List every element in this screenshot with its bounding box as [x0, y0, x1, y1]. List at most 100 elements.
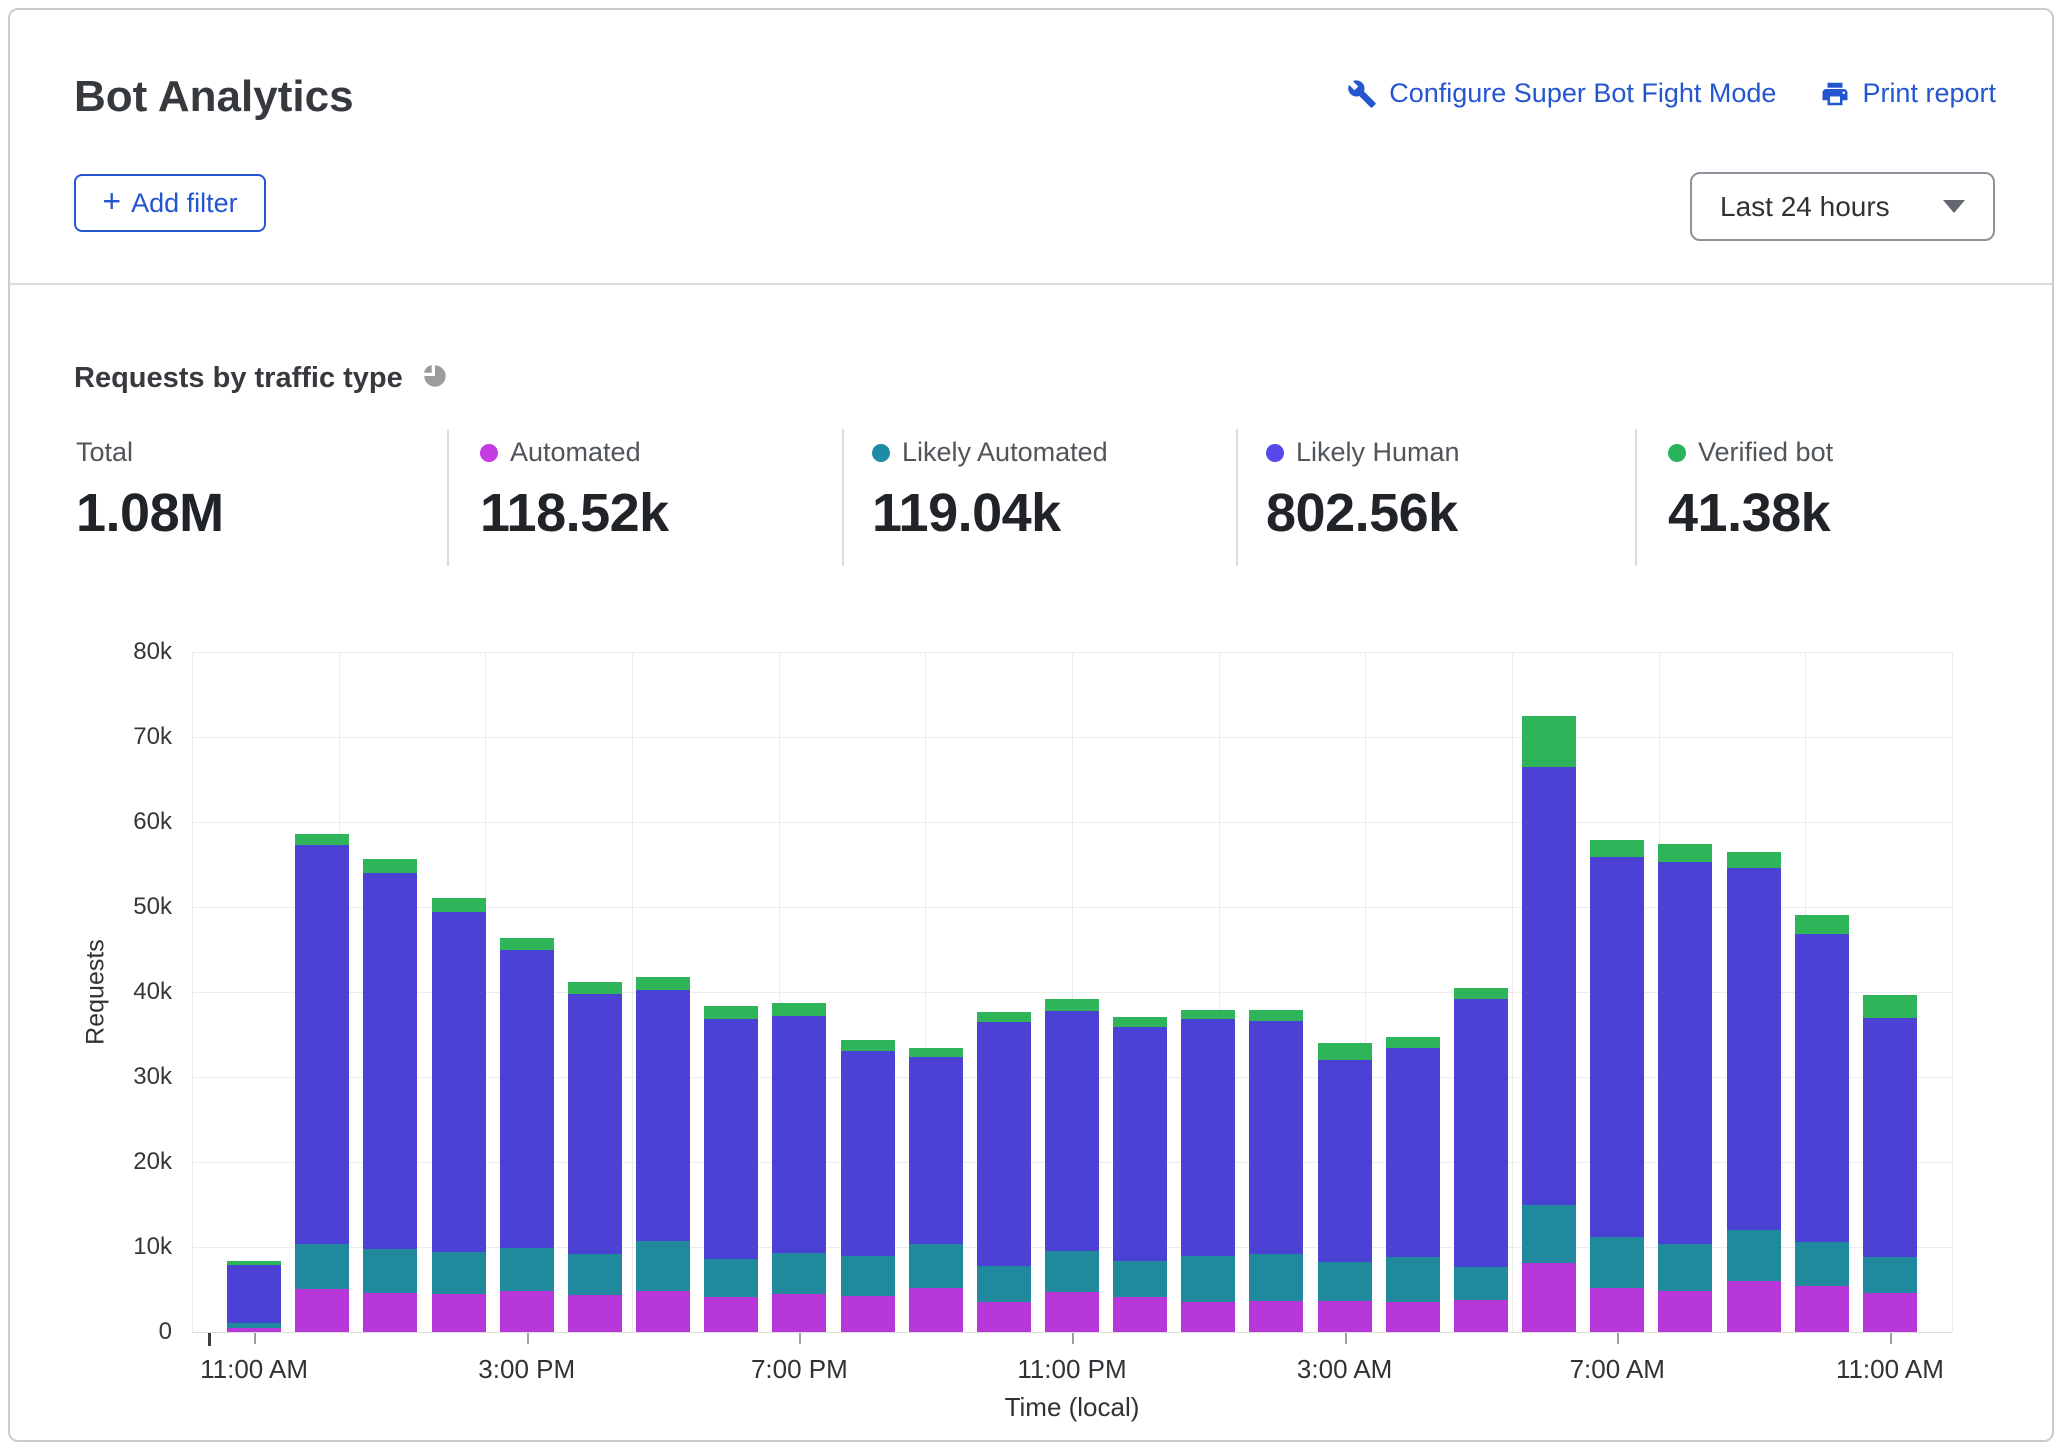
bar-7-00-pm[interactable]: [772, 1003, 826, 1332]
bar-segment-likely-automated[interactable]: [909, 1244, 963, 1288]
bar-segment-likely-automated[interactable]: [1318, 1262, 1372, 1301]
bar-segment-automated[interactable]: [1658, 1291, 1712, 1332]
bar-7-00-am[interactable]: [1590, 840, 1644, 1332]
bar-segment-likely-human[interactable]: [704, 1019, 758, 1259]
bar-segment-verified-bot[interactable]: [1658, 844, 1712, 862]
bar-segment-likely-human[interactable]: [1318, 1060, 1372, 1262]
bar-segment-automated[interactable]: [1727, 1281, 1781, 1332]
bar-3-00-am[interactable]: [1318, 1043, 1372, 1332]
bar-segment-likely-automated[interactable]: [1795, 1242, 1849, 1286]
bar-segment-likely-human[interactable]: [1386, 1048, 1440, 1257]
bar-segment-likely-human[interactable]: [568, 994, 622, 1254]
bar-12-00-pm[interactable]: [295, 834, 349, 1332]
bar-segment-automated[interactable]: [1045, 1292, 1099, 1332]
bar-segment-automated[interactable]: [1113, 1297, 1167, 1332]
bar-segment-likely-automated[interactable]: [704, 1259, 758, 1297]
bar-segment-likely-automated[interactable]: [568, 1254, 622, 1295]
bar-segment-likely-human[interactable]: [1863, 1018, 1917, 1257]
bar-9-00-pm[interactable]: [909, 1048, 963, 1332]
bar-segment-likely-human[interactable]: [1727, 868, 1781, 1230]
bar-segment-automated[interactable]: [704, 1297, 758, 1332]
bar-segment-likely-automated[interactable]: [772, 1253, 826, 1294]
bar-segment-verified-bot[interactable]: [1590, 840, 1644, 857]
bar-segment-verified-bot[interactable]: [568, 982, 622, 994]
bar-segment-likely-automated[interactable]: [363, 1249, 417, 1293]
bar-segment-verified-bot[interactable]: [1318, 1043, 1372, 1060]
bar-segment-automated[interactable]: [1522, 1263, 1576, 1332]
bar-segment-verified-bot[interactable]: [1863, 995, 1917, 1018]
bar-segment-automated[interactable]: [295, 1289, 349, 1332]
bar-segment-automated[interactable]: [772, 1294, 826, 1332]
bar-segment-automated[interactable]: [977, 1302, 1031, 1332]
bar-segment-likely-automated[interactable]: [1522, 1205, 1576, 1264]
bar-segment-automated[interactable]: [227, 1328, 281, 1332]
bar-6-00-pm[interactable]: [704, 1006, 758, 1332]
bar-segment-verified-bot[interactable]: [1522, 716, 1576, 767]
bar-segment-likely-automated[interactable]: [1658, 1244, 1712, 1292]
bar-segment-automated[interactable]: [909, 1288, 963, 1332]
bar-2-00-am[interactable]: [1249, 1010, 1303, 1332]
bar-12-00-am[interactable]: [1113, 1017, 1167, 1332]
bar-segment-likely-automated[interactable]: [1386, 1257, 1440, 1302]
bar-segment-verified-bot[interactable]: [1454, 988, 1508, 999]
bar-segment-verified-bot[interactable]: [841, 1040, 895, 1050]
bar-segment-likely-human[interactable]: [772, 1016, 826, 1253]
bar-segment-verified-bot[interactable]: [500, 938, 554, 950]
bar-segment-likely-human[interactable]: [363, 873, 417, 1249]
bar-segment-automated[interactable]: [568, 1295, 622, 1332]
bar-5-00-am[interactable]: [1454, 988, 1508, 1332]
bar-segment-likely-human[interactable]: [1045, 1011, 1099, 1252]
bar-segment-likely-human[interactable]: [1522, 767, 1576, 1205]
bar-segment-likely-human[interactable]: [1454, 999, 1508, 1268]
bar-segment-likely-automated[interactable]: [1863, 1257, 1917, 1293]
bar-segment-likely-human[interactable]: [1795, 934, 1849, 1242]
bar-3-00-pm[interactable]: [500, 938, 554, 1332]
bar-segment-verified-bot[interactable]: [704, 1006, 758, 1020]
bar-segment-likely-human[interactable]: [841, 1051, 895, 1257]
bar-segment-automated[interactable]: [1863, 1293, 1917, 1332]
add-filter-button[interactable]: Add filter: [74, 174, 266, 232]
bar-segment-likely-human[interactable]: [1658, 862, 1712, 1244]
bar-segment-verified-bot[interactable]: [1249, 1010, 1303, 1021]
bar-11-00-am[interactable]: [227, 1261, 281, 1332]
bar-segment-likely-automated[interactable]: [1590, 1237, 1644, 1288]
bar-segment-automated[interactable]: [841, 1296, 895, 1332]
bar-segment-likely-automated[interactable]: [432, 1252, 486, 1294]
bar-segment-likely-automated[interactable]: [1249, 1254, 1303, 1301]
bar-segment-verified-bot[interactable]: [1386, 1037, 1440, 1048]
bar-segment-verified-bot[interactable]: [295, 834, 349, 845]
bar-8-00-am[interactable]: [1658, 844, 1712, 1332]
bar-8-00-pm[interactable]: [841, 1040, 895, 1332]
bar-segment-likely-human[interactable]: [1249, 1021, 1303, 1254]
bar-segment-likely-automated[interactable]: [1045, 1251, 1099, 1292]
bar-segment-likely-human[interactable]: [909, 1057, 963, 1244]
bar-segment-automated[interactable]: [1590, 1288, 1644, 1332]
bar-segment-likely-human[interactable]: [977, 1022, 1031, 1266]
bar-segment-automated[interactable]: [1386, 1302, 1440, 1332]
bar-segment-verified-bot[interactable]: [1181, 1010, 1235, 1019]
bar-4-00-am[interactable]: [1386, 1037, 1440, 1332]
bar-segment-verified-bot[interactable]: [1727, 852, 1781, 868]
bar-segment-likely-human[interactable]: [1590, 857, 1644, 1237]
bar-segment-verified-bot[interactable]: [977, 1012, 1031, 1022]
bar-segment-likely-automated[interactable]: [1454, 1267, 1508, 1299]
bar-10-00-am[interactable]: [1795, 915, 1849, 1332]
bar-segment-verified-bot[interactable]: [432, 898, 486, 912]
bar-segment-likely-human[interactable]: [227, 1265, 281, 1324]
bar-segment-likely-automated[interactable]: [295, 1244, 349, 1289]
bar-segment-likely-human[interactable]: [1113, 1027, 1167, 1262]
bar-1-00-pm[interactable]: [363, 859, 417, 1332]
bar-segment-likely-automated[interactable]: [841, 1256, 895, 1296]
bar-segment-verified-bot[interactable]: [636, 977, 690, 991]
bar-segment-verified-bot[interactable]: [363, 859, 417, 873]
bar-4-00-pm[interactable]: [568, 982, 622, 1332]
bar-segment-automated[interactable]: [1181, 1302, 1235, 1332]
bar-segment-verified-bot[interactable]: [1045, 999, 1099, 1011]
bar-6-00-am[interactable]: [1522, 716, 1576, 1332]
bar-segment-likely-human[interactable]: [295, 845, 349, 1245]
bar-segment-likely-automated[interactable]: [500, 1248, 554, 1291]
bar-10-00-pm[interactable]: [977, 1012, 1031, 1332]
bar-segment-likely-human[interactable]: [1181, 1019, 1235, 1256]
bar-9-00-am[interactable]: [1727, 852, 1781, 1332]
bar-segment-automated[interactable]: [432, 1294, 486, 1332]
